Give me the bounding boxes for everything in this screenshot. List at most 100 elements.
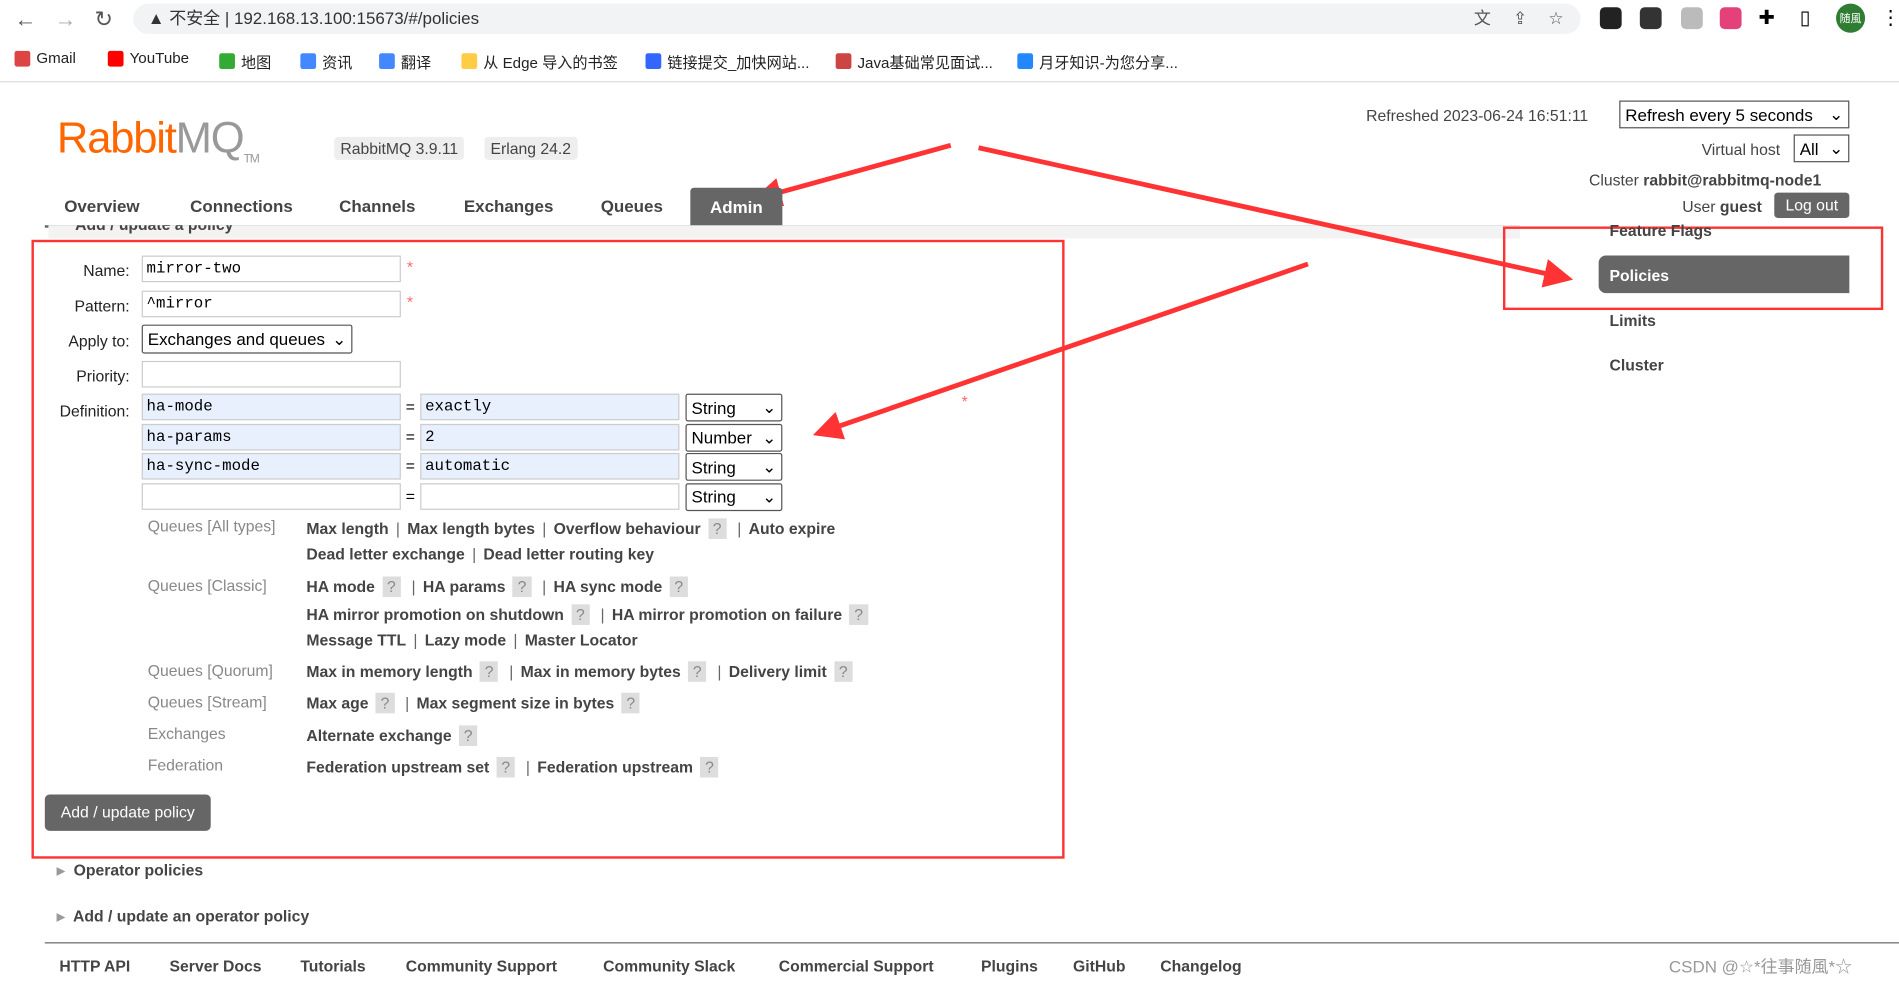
tab-overview[interactable]: Overview (64, 196, 139, 215)
help-link[interactable]: Max length bytes (407, 520, 535, 538)
definition-value-input[interactable]: exactly (420, 393, 680, 421)
help-link[interactable]: Max age (306, 694, 368, 712)
help-question-icon[interactable]: ? (382, 576, 401, 598)
name-input[interactable]: mirror-two (141, 255, 401, 283)
help-link[interactable]: Alternate exchange (306, 727, 451, 745)
separator: | (600, 605, 605, 624)
bookmark-icon (645, 53, 662, 70)
definition-value-input[interactable] (420, 482, 680, 510)
equals-sign: = (405, 426, 415, 446)
help-link[interactable]: HA params (423, 578, 506, 596)
help-link[interactable]: Max segment size in bytes (417, 694, 615, 712)
separator: | (413, 630, 418, 650)
help-link[interactable]: Max in memory bytes (521, 662, 681, 680)
footer-link[interactable]: Changelog (1160, 957, 1241, 975)
equals-sign: = (405, 486, 415, 505)
tab-admin[interactable]: Admin (690, 187, 783, 226)
help-link[interactable]: Federation upstream (537, 758, 693, 776)
help-link[interactable]: Max length (306, 520, 388, 538)
help-link[interactable]: HA mirror promotion on failure (612, 606, 842, 624)
help-link[interactable]: Master Locator (525, 631, 638, 649)
footer-link[interactable]: Plugins (981, 957, 1038, 975)
bookmark-item[interactable]: Gmail (14, 49, 76, 67)
help-link[interactable]: Dead letter routing key (483, 545, 654, 563)
bookmark-item[interactable]: 地图 (219, 50, 271, 73)
definition-value-input[interactable]: 2 (420, 423, 680, 450)
tab-exchanges[interactable]: Exchanges (464, 196, 554, 215)
help-question-icon[interactable]: ? (496, 756, 516, 778)
sidebar-item-policies[interactable]: Policies (1610, 266, 1670, 284)
sidebar-item-limits[interactable]: Limits (1610, 311, 1656, 329)
priority-input[interactable] (141, 360, 401, 388)
pattern-input[interactable]: ^mirror (141, 290, 401, 318)
help-line: Dead letter exchange | Dead letter routing… (306, 545, 654, 563)
equals-sign: = (405, 397, 415, 416)
help-link[interactable]: Lazy mode (425, 631, 506, 649)
definition-value-input[interactable]: automatic (420, 452, 680, 480)
bookmark-label: Gmail (36, 49, 76, 67)
help-question-icon[interactable]: ? (375, 692, 395, 714)
help-link[interactable]: Max in memory length (306, 662, 472, 680)
definition-key-input[interactable] (141, 482, 401, 510)
help-link[interactable]: Message TTL (306, 631, 406, 649)
footer-link[interactable]: HTTP API (59, 957, 130, 975)
help-link[interactable]: Overflow behaviour (554, 520, 701, 538)
help-question-icon[interactable]: ? (669, 576, 688, 598)
tab-connections[interactable]: Connections (190, 196, 293, 215)
definition-type-select[interactable]: String ⌄ (685, 452, 783, 481)
chevron-down-icon: ⌄ (762, 426, 777, 447)
help-link[interactable]: Delivery limit (729, 662, 827, 680)
definition-key-input[interactable]: ha-sync-mode (141, 452, 401, 480)
bookmark-item[interactable]: 链接提交_加快网站... (645, 50, 809, 73)
footer-link[interactable]: Community Slack (603, 957, 735, 975)
help-link[interactable]: HA mode (306, 578, 375, 596)
footer-link[interactable]: Commercial Support (779, 957, 934, 975)
tab-channels[interactable]: Channels (339, 196, 415, 215)
help-link[interactable]: HA mirror promotion on shutdown (306, 606, 563, 624)
help-question-icon[interactable]: ? (834, 661, 853, 682)
sidebar-item-feature-flags[interactable]: Feature Flags (1610, 222, 1712, 240)
help-question-icon[interactable]: ? (621, 692, 641, 714)
help-link[interactable]: HA sync mode (553, 578, 662, 596)
separator: | (737, 519, 742, 538)
separator: | (542, 577, 547, 596)
help-question-icon[interactable]: ? (479, 661, 499, 682)
sidebar-item-cluster[interactable]: Cluster (1610, 356, 1664, 374)
name-label: Name: (83, 261, 130, 280)
bookmark-item[interactable]: 翻译 (379, 50, 431, 73)
help-link[interactable]: Dead letter exchange (306, 545, 464, 563)
bookmark-item[interactable]: 资讯 (300, 50, 352, 73)
help-question-icon[interactable]: ? (571, 604, 590, 625)
definition-type-select[interactable]: Number ⌄ (685, 423, 783, 452)
help-question-icon[interactable]: ? (707, 518, 727, 539)
separator: | (509, 662, 514, 681)
help-category: Queues [All types] (147, 517, 276, 536)
bookmark-item[interactable]: 月牙知识-为您分享... (1017, 50, 1178, 73)
help-question-icon[interactable]: ? (512, 576, 532, 598)
tab-queues[interactable]: Queues (601, 196, 663, 215)
help-link[interactable]: Auto expire (749, 520, 836, 538)
bookmark-item[interactable]: YouTube (107, 50, 189, 67)
separator: | (405, 693, 410, 713)
help-link[interactable]: Federation upstream set (306, 758, 489, 776)
help-question-icon[interactable]: ? (849, 604, 868, 625)
help-question-icon[interactable]: ? (700, 756, 719, 778)
definition-type-select[interactable]: String ⌄ (685, 393, 783, 422)
type-value: String (691, 457, 736, 477)
bookmark-item[interactable]: Java基础常见面试... (835, 50, 993, 73)
footer-link[interactable]: Community Support (406, 957, 557, 975)
bookmark-item[interactable]: 从 Edge 导入的书签 (461, 50, 618, 73)
help-question-icon[interactable]: ? (458, 725, 478, 747)
bookmark-label: 资讯 (322, 54, 353, 72)
apply-to-select[interactable]: Exchanges and queues ⌄ (141, 324, 353, 354)
type-value: String (691, 397, 736, 418)
definition-key-input[interactable]: ha-mode (141, 393, 401, 421)
bookmark-icon (461, 53, 478, 70)
help-question-icon[interactable]: ? (688, 661, 707, 682)
definition-type-select[interactable]: String ⌄ (685, 482, 783, 511)
footer-link[interactable]: Tutorials (300, 957, 365, 975)
footer-link[interactable]: GitHub (1073, 957, 1125, 975)
footer-link[interactable]: Server Docs (170, 957, 262, 975)
definition-key-input[interactable]: ha-params (141, 423, 401, 450)
definition-label: Definition: (59, 402, 130, 421)
